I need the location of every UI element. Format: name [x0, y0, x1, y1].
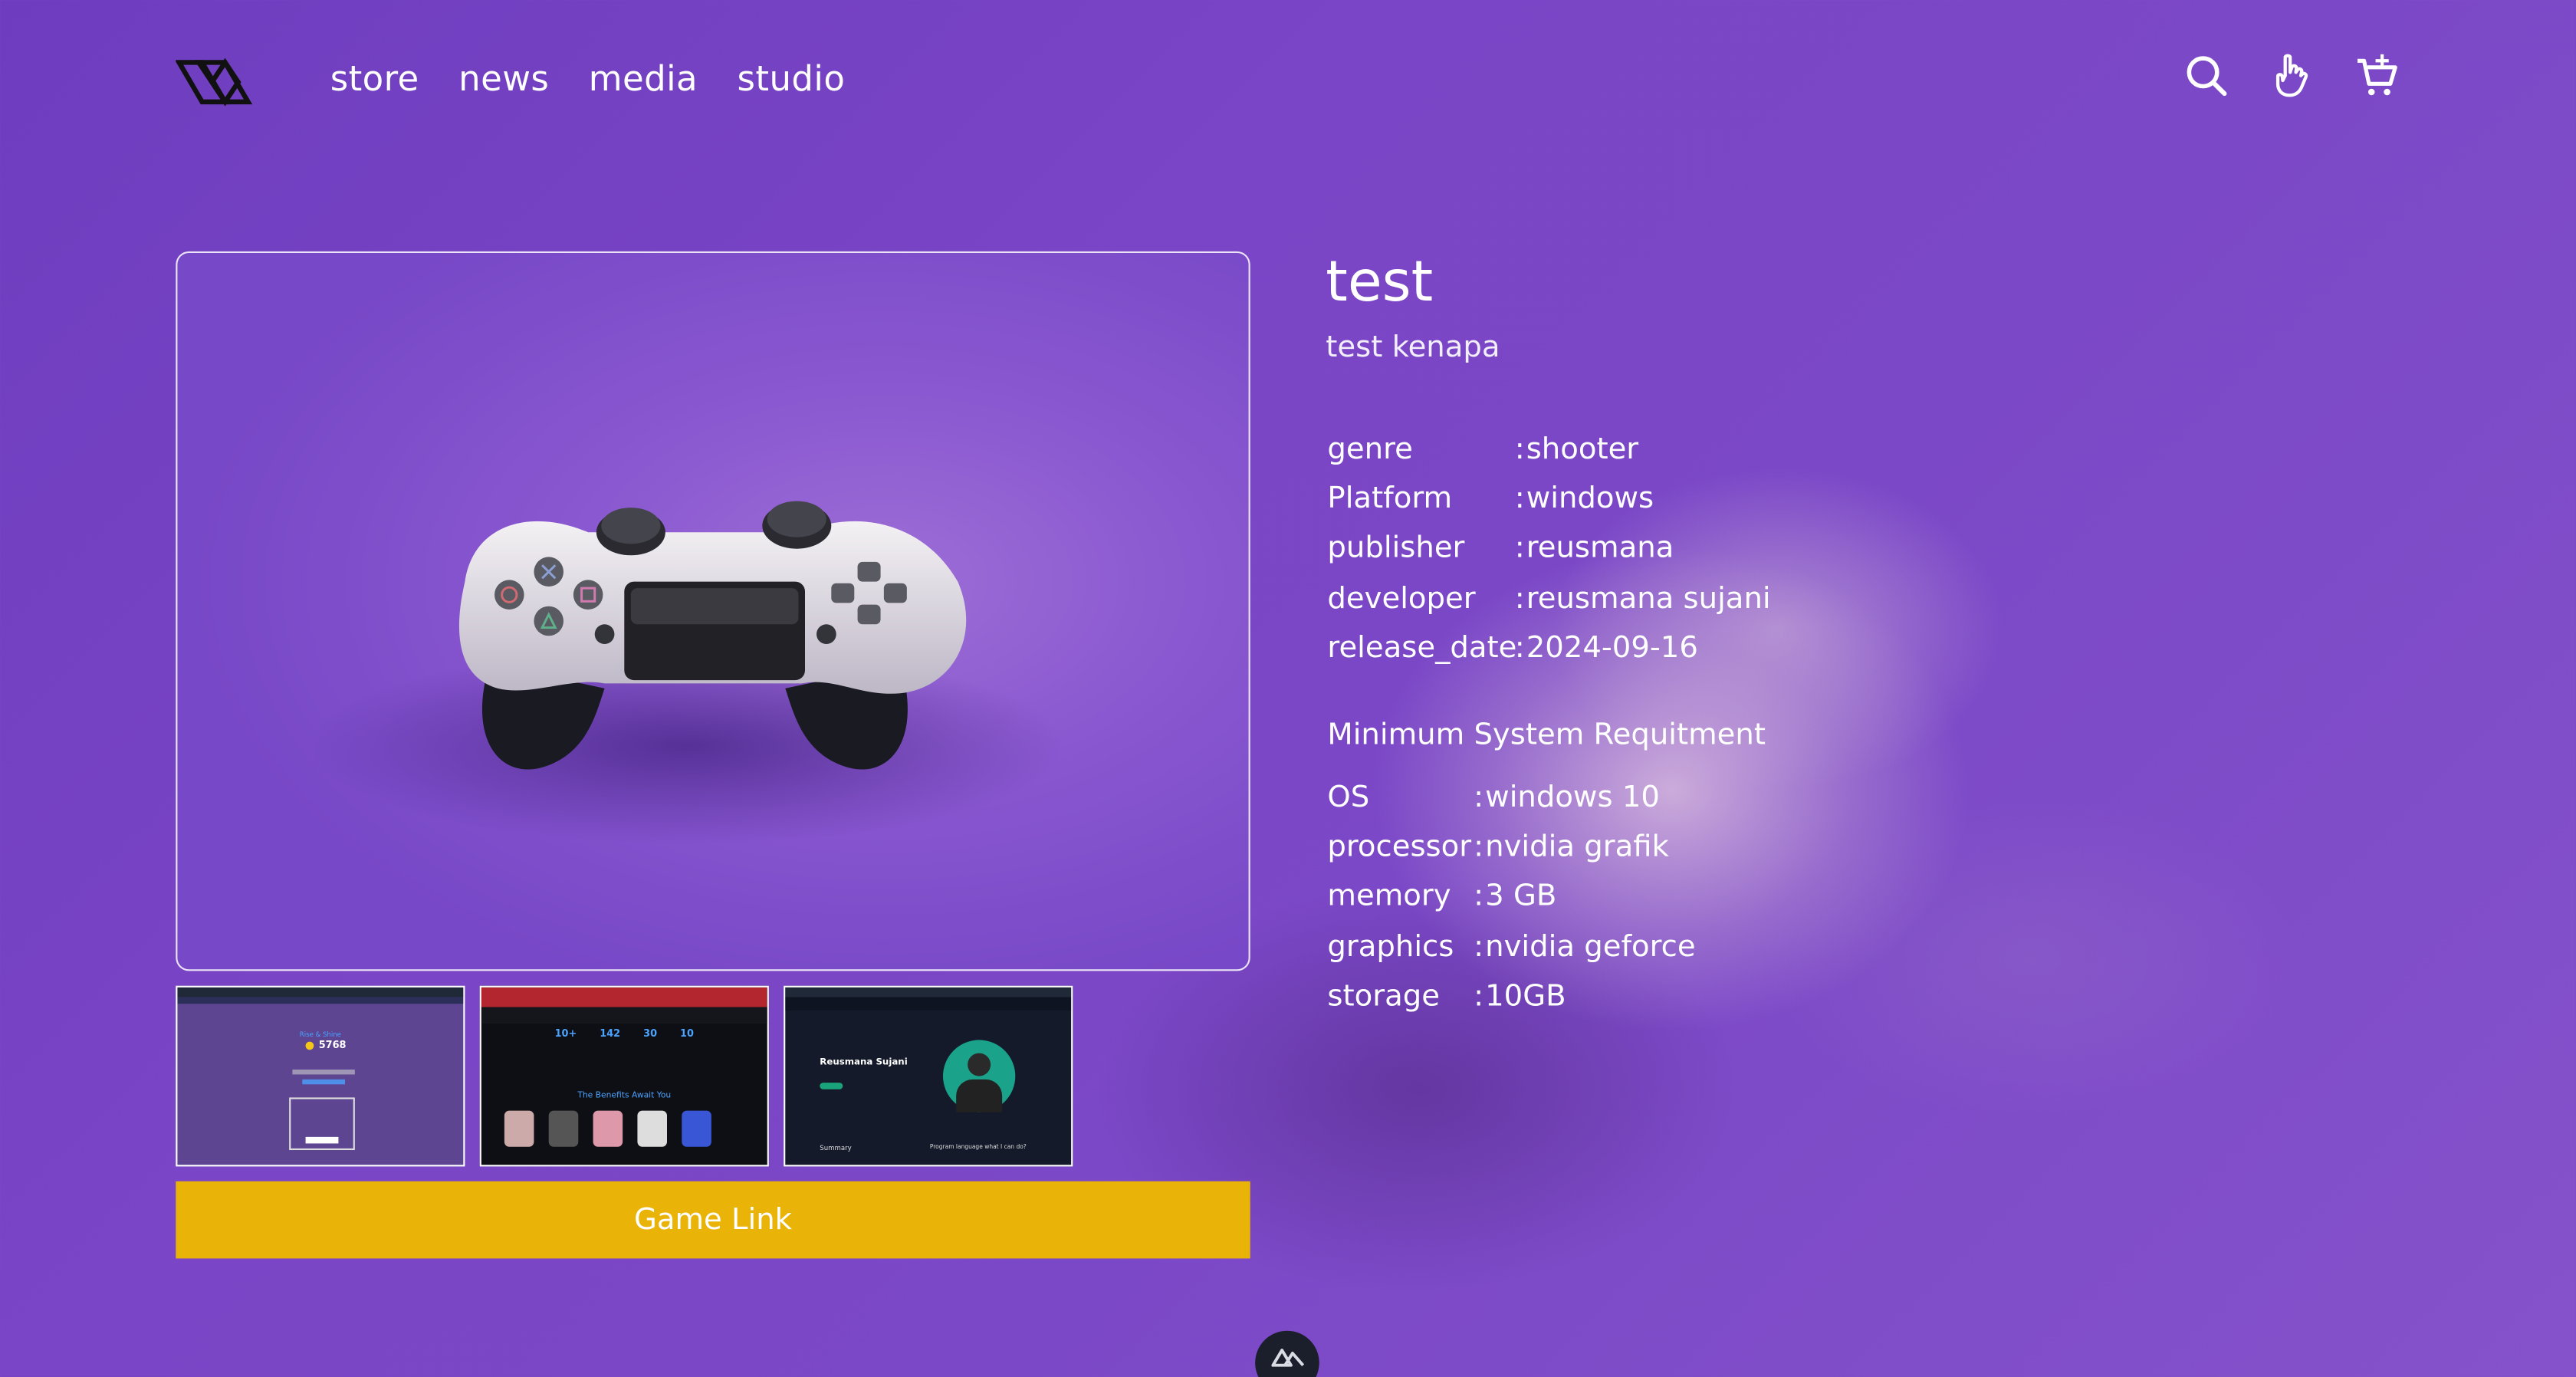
hand-pointer-icon[interactable]: [2270, 53, 2313, 99]
req-key: memory: [1327, 879, 1451, 914]
thumbnail-2[interactable]: 10+ 142 30 10 The Benefits Await You: [479, 985, 769, 1167]
thumb-1-amount: 5768: [318, 1040, 347, 1052]
thumb-2-stat-3: 30: [643, 1028, 658, 1040]
nav-studio[interactable]: studio: [738, 59, 846, 98]
thumb-3-section: Summary: [820, 1143, 852, 1152]
req-colon: :: [1474, 928, 1484, 964]
info-key: publisher: [1327, 531, 1465, 566]
nuxt-devtools-button[interactable]: [1255, 1330, 1319, 1377]
thumb-3-name: Reusmana Sujani: [820, 1058, 908, 1068]
req-colon: :: [1474, 879, 1484, 914]
game-link-button[interactable]: Game Link: [176, 1181, 1250, 1259]
info-value: windows: [1526, 481, 1654, 516]
req-value: nvidia grafik: [1485, 830, 1669, 865]
req-colon: :: [1474, 978, 1484, 1014]
info-row-release-date: release_date:2024-09-16: [1327, 623, 1770, 673]
info-value: reusmana sujani: [1526, 580, 1771, 616]
cart-add-icon[interactable]: [2356, 53, 2399, 99]
thumb-1-title: Rise & Shine: [299, 1030, 341, 1039]
nav-store[interactable]: store: [330, 59, 419, 98]
req-value: nvidia geforce: [1485, 928, 1696, 964]
game-subtitle: test kenapa: [1326, 330, 1500, 365]
info-value: reusmana: [1526, 531, 1674, 566]
info-colon: :: [1514, 531, 1525, 566]
info-key: Platform: [1327, 481, 1453, 516]
main-nav: store news media studio: [330, 59, 846, 98]
thumb-2-stat-4: 10: [680, 1028, 694, 1040]
nuxt-logo-icon: [1270, 1349, 1304, 1367]
info-key: release_date: [1327, 630, 1517, 665]
game-title: test: [1326, 249, 1434, 316]
info-colon: :: [1514, 431, 1525, 466]
game-info-list: genre: shooter Platform: windows publisher…: [1327, 424, 1770, 673]
req-row-processor: processor: nvidia grafik: [1327, 822, 1695, 872]
req-row-graphics: graphics: nvidia geforce: [1327, 922, 1695, 971]
info-row-platform: Platform: windows: [1327, 474, 1770, 524]
thumbnail-1[interactable]: Rise & Shine 5768: [176, 985, 465, 1167]
thumb-3-subheading: Program language what I can do?: [929, 1143, 1027, 1150]
req-value: 10GB: [1485, 978, 1566, 1014]
thumb-2-stat-1: 10+: [554, 1028, 577, 1040]
req-colon: :: [1474, 780, 1484, 815]
req-key: graphics: [1327, 928, 1454, 964]
search-icon[interactable]: [2185, 53, 2228, 99]
thumbnail-3[interactable]: Reusmana Sujani Summary Program language…: [784, 985, 1073, 1167]
info-row-genre: genre: shooter: [1327, 424, 1770, 474]
req-row-memory: memory:3 GB: [1327, 872, 1695, 922]
info-value: 2024-09-16: [1526, 630, 1698, 665]
req-colon: :: [1474, 830, 1484, 865]
req-value: windows 10: [1485, 780, 1660, 815]
info-row-developer: developer: reusmana sujani: [1327, 573, 1770, 623]
thumbnail-strip: Rise & Shine 5768 10+ 142 30 10 The Bene…: [176, 985, 1073, 1167]
req-row-storage: storage:10GB: [1327, 971, 1695, 1021]
info-value: shooter: [1526, 431, 1639, 466]
req-key: storage: [1327, 978, 1440, 1014]
req-row-os: OS: windows 10: [1327, 772, 1695, 822]
info-colon: :: [1514, 580, 1525, 616]
main-game-image: [176, 251, 1250, 971]
info-key: developer: [1327, 580, 1476, 616]
info-key: genre: [1327, 431, 1413, 466]
info-row-publisher: publisher: reusmana: [1327, 524, 1770, 573]
brand-logo[interactable]: [174, 56, 255, 109]
nav-media[interactable]: media: [589, 59, 698, 98]
nav-news[interactable]: news: [458, 59, 549, 98]
req-value: 3 GB: [1485, 879, 1557, 914]
req-key: OS: [1327, 780, 1370, 815]
info-colon: :: [1514, 481, 1525, 516]
nav-icons: [2185, 53, 2399, 99]
thumb-2-stat-2: 142: [600, 1028, 621, 1040]
thumb-2-headline: The Benefits Await You: [577, 1090, 672, 1101]
requirements-list: OS: windows 10 processor: nvidia grafik me…: [1327, 772, 1695, 1021]
requirements-title: Minimum System Requitment: [1327, 718, 1766, 753]
info-colon: :: [1514, 630, 1525, 665]
req-key: processor: [1327, 830, 1472, 865]
